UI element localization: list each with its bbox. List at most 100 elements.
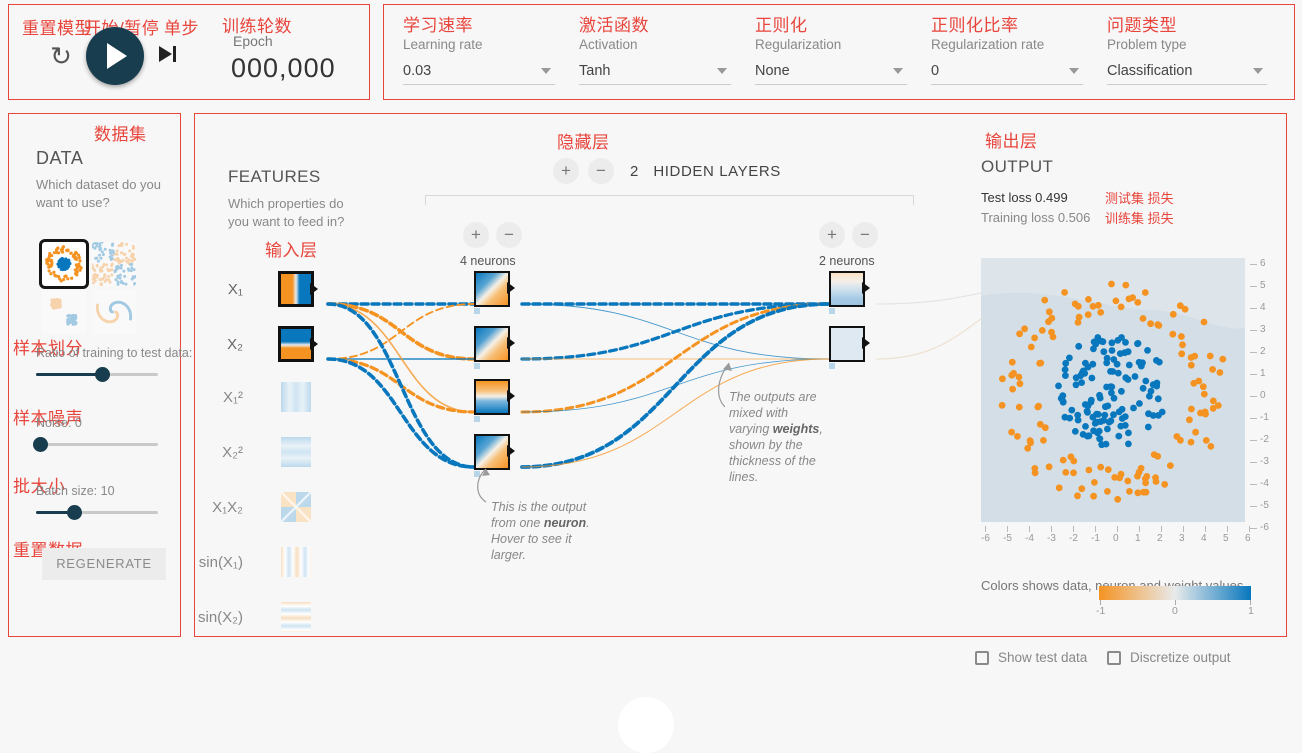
neuron-annotation-bold: neuron [543,516,587,530]
batch-slider-block: Batch size: 10 [36,484,158,520]
test-loss-value: Test loss 0.499 [981,190,1068,205]
chart-x-axis: -6 -5 -4 -3 -2 -1 0 1 2 3 4 5 6 [975,526,1251,544]
remove-neuron-layer2-button[interactable]: − [852,222,878,248]
noise-slider[interactable] [33,437,158,452]
remove-neuron-layer1-button[interactable]: − [496,222,522,248]
activation-select[interactable]: Tanh [579,62,731,85]
feature-label: X₁² [222,389,243,406]
hidden-neuron-1-3[interactable] [474,379,515,415]
x-tick: -1 [1091,533,1100,544]
hidden-neuron-1-4[interactable] [474,434,515,470]
bias-2-1[interactable] [829,308,835,314]
training-loss-label-cn: 训练集 损失 [1105,211,1174,226]
param-label-en: Problem type [1107,37,1187,52]
y-tick: 1 [1260,368,1266,379]
noise-slider-block: Noise: 0 [33,416,158,452]
feature-label: sin(X₂) [198,609,243,626]
output-chart[interactable] [981,258,1245,522]
regenerate-button[interactable]: REGENERATE [42,548,166,580]
bias-1-4[interactable] [474,471,480,477]
batch-slider[interactable] [36,505,158,520]
dataset-circle[interactable] [39,239,89,289]
regularization-rate-select[interactable]: 0 [931,62,1083,85]
x-tick: 5 [1223,533,1229,544]
legend-mid-label: 0 [1172,605,1178,617]
playback-controls: 重置模型 开始/暂停 单步 训练轮数 ↻ Epoch 000,000 [8,4,370,100]
chevron-down-icon [1253,68,1263,74]
regularization-select[interactable]: None [755,62,907,85]
xor-dataset-icon [92,242,136,286]
chart-y-axis: 6 5 4 3 2 1 0 -1 -2 -3 -4 -5 -6 [1250,252,1272,533]
x-tick: 0 [1113,533,1119,544]
bias-2-2[interactable] [829,363,835,369]
bias-1-2[interactable] [474,363,480,369]
reset-label-cn: 重置模型 [22,19,92,38]
chevron-down-icon [717,68,727,74]
feature-thumb-x2sq [281,437,311,467]
param-label-cn: 激活函数 [579,16,649,35]
add-neuron-layer2-button[interactable]: + [819,222,845,248]
feature-port [310,338,318,350]
add-neuron-layer1-button[interactable]: + [463,222,489,248]
add-layer-button[interactable]: + [553,158,579,184]
x-tick: 6 [1245,533,1251,544]
y-tick: 6 [1260,258,1266,269]
x-tick: 1 [1135,533,1141,544]
legend-max-label: 1 [1248,605,1254,617]
play-pause-button[interactable] [86,27,144,85]
circle-dataset-icon [42,242,86,286]
batch-slider-knob[interactable] [67,505,82,520]
noise-slider-knob[interactable] [33,437,48,452]
feature-label: X₁X₂ [212,499,243,516]
ratio-slider-fill [36,373,102,376]
activation-value: Tanh [579,63,611,79]
bias-1-1[interactable] [474,308,480,314]
hidden-neuron-1-1[interactable] [474,271,515,307]
learning-rate-select[interactable]: 0.03 [403,62,555,85]
param-regularization-rate: 正则化比率 Regularization rate 0 [931,11,1083,85]
decision-boundary [981,258,1245,522]
data-panel: 数据集 DATA Which dataset do you want to us… [8,113,221,637]
hidden-neuron-1-2[interactable] [474,326,515,362]
layer2-neuron-count: 2 neurons [819,254,875,268]
gaussian-dataset-icon [42,290,86,334]
hidden-layer-bracket [425,195,914,205]
param-label-en: Regularization [755,37,842,52]
show-test-data-checkbox[interactable]: Show test data [975,650,1087,665]
hidden-neuron-2-1[interactable] [829,271,870,307]
dataset-spiral[interactable] [92,290,136,334]
ratio-slider-knob[interactable] [95,367,110,382]
neuron-port [507,282,515,294]
layer1-neuron-controls: + − [463,222,522,248]
discretize-output-label: Discretize output [1130,650,1231,665]
hidden-neuron-2-2[interactable] [829,326,870,362]
dataset-gaussian[interactable] [42,290,86,334]
neuron-port [507,390,515,402]
param-label-cn: 正则化比率 [931,16,1019,35]
step-icon-bar [173,46,176,62]
noise-caption: Noise: 0 [36,416,82,430]
checkbox-icon [975,650,989,665]
x-tick: -5 [1003,533,1012,544]
problem-type-value: Classification [1107,63,1193,79]
problem-type-select[interactable]: Classification [1107,62,1267,85]
x-tick: 3 [1179,533,1185,544]
ratio-slider[interactable] [36,367,158,382]
show-test-data-label: Show test data [998,650,1088,665]
hidden-layer-label-cn: 隐藏层 [557,133,610,152]
feature-thumb-x1sq [281,382,311,412]
data-question: Which dataset do you want to use? [36,177,162,210]
layer2-neuron-controls: + − [819,222,878,248]
step-button[interactable] [159,43,185,65]
regularization-value: None [755,63,790,79]
top-toolbar: 重置模型 开始/暂停 单步 训练轮数 ↻ Epoch 000,000 学习速率 … [0,0,1302,104]
dataset-xor[interactable] [92,242,136,286]
legend-min-label: -1 [1096,605,1106,617]
discretize-output-checkbox[interactable]: Discretize output [1107,650,1231,665]
chevron-down-icon [893,68,903,74]
neuron-port [507,445,515,457]
chevron-down-icon [541,68,551,74]
bias-1-3[interactable] [474,416,480,422]
remove-layer-button[interactable]: − [588,158,614,184]
reset-icon[interactable]: ↻ [45,41,77,73]
